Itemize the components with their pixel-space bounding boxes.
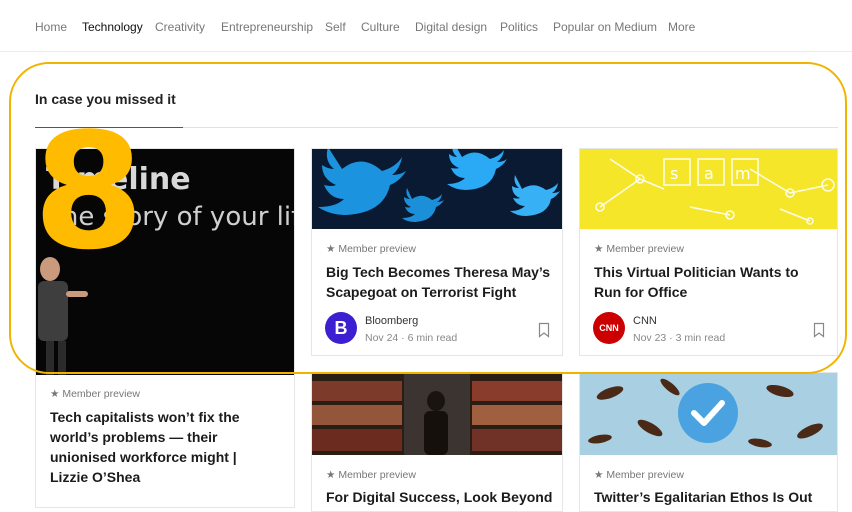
article-title[interactable]: Big Tech Becomes Theresa May’s Scapegoat… [326, 262, 551, 302]
member-preview-label: ★ Member preview [326, 469, 416, 481]
nav-more[interactable]: More [668, 20, 695, 34]
nav-politics[interactable]: Politics [500, 20, 538, 34]
nav-entrepreneurship[interactable]: Entrepreneurship [221, 20, 313, 34]
article-image [580, 373, 837, 455]
member-preview-label: ★ Member preview [594, 469, 684, 481]
nav-home[interactable]: Home [35, 20, 67, 34]
nav-digital-design[interactable]: Digital design [415, 20, 487, 34]
cnn-logo-icon[interactable]: CNN [593, 312, 625, 344]
topic-nav: Home Technology Creativity Entrepreneurs… [0, 0, 852, 52]
nav-popular-on-medium[interactable]: Popular on Medium [553, 20, 657, 34]
article-image [312, 149, 562, 229]
article-meta: Nov 23 · 3 min read [633, 332, 726, 344]
member-preview-label: ★ Member preview [326, 243, 416, 255]
article-image [312, 373, 562, 455]
library-shelves-image [312, 373, 562, 455]
sam-network-image: s a m [580, 149, 837, 229]
article-meta: Nov 24 · 6 min read [365, 332, 458, 344]
publisher-name[interactable]: Bloomberg [365, 315, 418, 327]
article-card[interactable]: ★ Member preview For Digital Success, Lo… [311, 372, 563, 512]
publisher-name[interactable]: CNN [633, 315, 657, 327]
bookmark-icon[interactable] [813, 322, 825, 338]
nav-technology[interactable]: Technology [82, 20, 143, 34]
article-card[interactable]: ★ Member preview Big Tech Becomes Theres… [311, 148, 563, 356]
verified-badge-cockroaches-image [580, 373, 837, 455]
sam-letter-a: a [704, 164, 714, 183]
sam-letter-s: s [670, 164, 678, 183]
member-preview-label: ★ Member preview [50, 388, 140, 400]
article-title[interactable]: For Digital Success, Look Beyond [326, 487, 556, 507]
article-title[interactable]: Twitter’s Egalitarian Ethos Is Out [594, 487, 829, 507]
article-title[interactable]: Tech capitalists won’t fix the world’s p… [50, 407, 265, 487]
bloomberg-logo-icon[interactable]: B [325, 312, 357, 344]
bookmark-icon[interactable] [538, 322, 550, 338]
sam-letter-m: m [735, 164, 751, 183]
nav-self[interactable]: Self [325, 20, 346, 34]
member-preview-label: ★ Member preview [594, 243, 684, 255]
article-card[interactable]: ★ Member preview Twitter’s Egalitarian E… [579, 372, 838, 512]
annotation-number: 8 [33, 98, 145, 285]
nav-culture[interactable]: Culture [361, 20, 400, 34]
twitter-birds-image [312, 149, 562, 229]
article-card[interactable]: s a m ★ Member preview This Virtual Poli… [579, 148, 838, 356]
nav-creativity[interactable]: Creativity [155, 20, 205, 34]
article-image: s a m [580, 149, 837, 229]
article-title[interactable]: This Virtual Politician Wants to Run for… [594, 262, 829, 302]
